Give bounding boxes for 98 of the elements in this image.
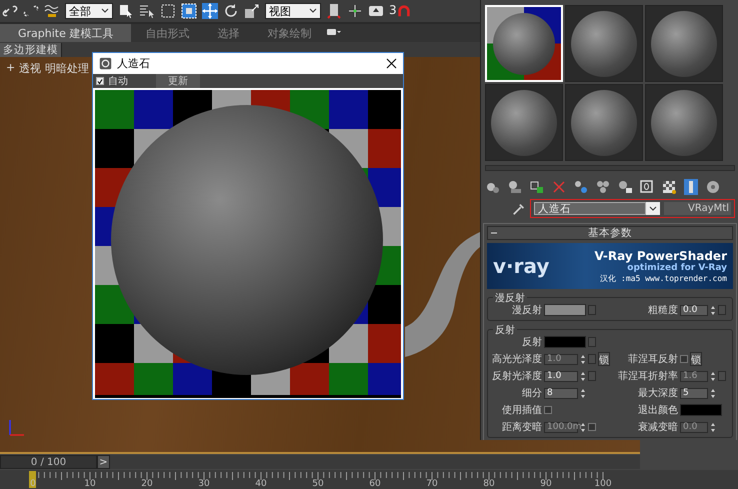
- window-title: 人造石: [117, 56, 150, 71]
- select-by-name-icon[interactable]: [139, 3, 155, 19]
- dropdown-caret-icon[interactable]: [646, 202, 660, 215]
- rollout-header[interactable]: 基本参数: [487, 226, 733, 240]
- material-name-field[interactable]: 人造石: [534, 202, 646, 215]
- show-map-icon[interactable]: [683, 179, 699, 195]
- field-label: 使用插值: [501, 404, 542, 417]
- library-icon[interactable]: [617, 179, 633, 195]
- snap-label: 3: [389, 3, 397, 17]
- field-label: 漫反射: [511, 304, 542, 317]
- field-label: 反射: [521, 336, 542, 349]
- ribbon-tab[interactable]: Graphite 建模工具: [0, 24, 132, 42]
- close-icon[interactable]: [386, 58, 397, 69]
- spinner-icon[interactable]: [710, 370, 716, 382]
- lock-button[interactable]: 锁: [690, 352, 702, 366]
- ruler-label: 60: [369, 479, 381, 489]
- window-crossing-icon[interactable]: [181, 3, 197, 19]
- number-field[interactable]: 1.0: [544, 370, 578, 382]
- ribbon-tab[interactable]: 自由形式: [131, 24, 204, 42]
- time-slider-track[interactable]: 0 / 100 >: [0, 455, 640, 469]
- field-label: 高光光泽度: [491, 352, 542, 366]
- move-icon[interactable]: [202, 3, 218, 19]
- number-field[interactable]: 5: [680, 388, 708, 398]
- rectangle-selection-icon[interactable]: [160, 3, 176, 19]
- keyboard-shortcut-icon[interactable]: [368, 3, 384, 19]
- banner-credit: 汉化 :ma5 www.toprender.com: [600, 272, 727, 284]
- material-type-button[interactable]: VRayMtl: [664, 202, 731, 215]
- banner-subtitle: optimized for V-Ray: [627, 262, 727, 272]
- group-title: 漫反射: [493, 291, 527, 305]
- update-button[interactable]: 更新: [156, 74, 200, 88]
- spinner-icon[interactable]: [580, 388, 586, 398]
- ruler-label: 50: [312, 479, 324, 489]
- ruler-label: 0: [30, 479, 36, 489]
- spinner-icon[interactable]: [580, 354, 586, 364]
- field-label: 菲涅耳折射率: [617, 370, 678, 383]
- reference-coordinate-dropdown[interactable]: 视图: [265, 3, 321, 19]
- field-label: 菲涅耳反射: [627, 352, 678, 366]
- caret-icon[interactable]: [101, 8, 109, 14]
- ribbon-tab[interactable]: 对象绘制: [253, 24, 326, 42]
- frame-counter[interactable]: 0 / 100: [0, 455, 97, 469]
- next-frame-button[interactable]: >: [97, 455, 110, 469]
- put-to-scene-icon[interactable]: [507, 179, 523, 195]
- viewport-label[interactable]: 透视: [19, 61, 42, 76]
- checker-background-icon[interactable]: [661, 179, 677, 195]
- field-label: 退出颜色: [637, 404, 678, 417]
- effects-channel-icon[interactable]: [639, 179, 655, 195]
- field-label: 反射光泽度: [491, 370, 542, 383]
- color-swatch[interactable]: [544, 336, 586, 348]
- banner-title: V-Ray PowerShader: [594, 248, 727, 262]
- ruler-label: 100: [594, 479, 612, 489]
- ruler-label: 70: [426, 479, 438, 489]
- spinner-icon[interactable]: [710, 304, 716, 316]
- checkbox[interactable]: [680, 355, 688, 363]
- rotate-icon[interactable]: [223, 3, 239, 19]
- caret-icon[interactable]: [309, 8, 317, 14]
- spinner-icon[interactable]: [580, 422, 586, 432]
- ruler-label: 30: [198, 479, 210, 489]
- auto-checkbox[interactable]: [96, 77, 104, 85]
- ribbon-panel-label[interactable]: 多边形建模: [0, 42, 62, 56]
- manipulate-icon[interactable]: [347, 3, 363, 19]
- spinner-icon[interactable]: [710, 422, 716, 432]
- field-label: 粗糙度: [647, 304, 678, 317]
- spinner-icon[interactable]: [710, 388, 716, 398]
- collapse-icon[interactable]: [491, 231, 497, 235]
- color-swatch[interactable]: [680, 404, 722, 416]
- copy-material-icon[interactable]: [573, 179, 589, 195]
- number-field[interactable]: 0.0: [680, 304, 708, 316]
- assign-material-icon[interactable]: [529, 179, 545, 195]
- select-object-icon[interactable]: [118, 3, 134, 19]
- field-label: 最大深度: [637, 386, 678, 400]
- app-logo-icon[interactable]: [99, 57, 112, 70]
- checkbox[interactable]: [544, 406, 552, 414]
- scale-icon[interactable]: [244, 3, 260, 19]
- ruler-label: 40: [255, 479, 267, 489]
- material-navigator-icon[interactable]: [705, 179, 721, 195]
- field-label: 衰减变暗: [637, 420, 678, 434]
- pivot-icon[interactable]: [326, 3, 342, 19]
- vray-logo: v·ray: [493, 254, 550, 278]
- scrollbar[interactable]: [485, 165, 735, 171]
- wave-icon[interactable]: [44, 3, 60, 19]
- link-icon[interactable]: [2, 3, 18, 19]
- viewport-label[interactable]: +: [6, 61, 16, 76]
- ruler-label: 80: [483, 479, 495, 489]
- group-title: 反射: [493, 323, 517, 337]
- number-field[interactable]: 8: [544, 388, 578, 398]
- checkbox-label: 自动: [108, 75, 128, 88]
- ribbon-tab[interactable]: 选择: [203, 24, 254, 42]
- ruler-label: 90: [540, 479, 552, 489]
- color-swatch[interactable]: [544, 304, 586, 316]
- rollout-title: 基本参数: [588, 226, 632, 240]
- selection-filter-dropdown[interactable]: 全部: [65, 3, 113, 19]
- viewport-label[interactable]: 明暗处理: [45, 61, 90, 76]
- ruler-label: 10: [84, 479, 96, 489]
- field-label: 细分: [521, 387, 542, 400]
- spinner-icon[interactable]: [580, 370, 586, 382]
- ruler-label: 20: [141, 479, 153, 489]
- eyedropper-icon[interactable]: [512, 202, 526, 216]
- field-label: 距离变暗: [501, 420, 542, 434]
